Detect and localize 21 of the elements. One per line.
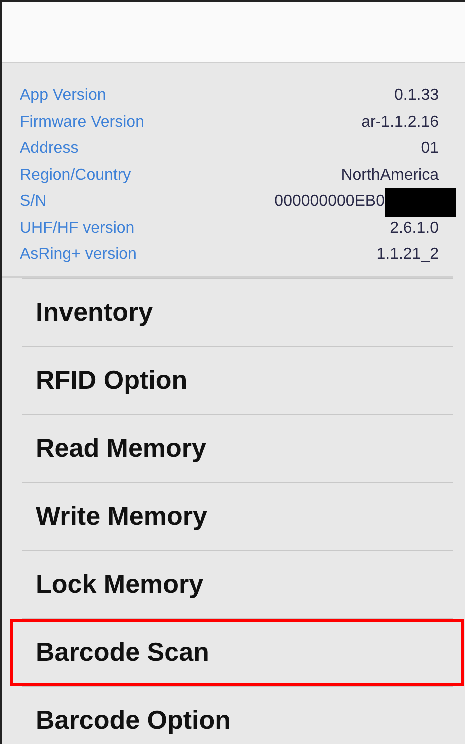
info-value: 2.6.1.0 [390, 220, 439, 238]
menu-item[interactable]: Inventory [22, 278, 453, 346]
info-value: 1.1.21_2 [376, 246, 439, 264]
info-value: NorthAmerica [341, 166, 439, 185]
info-label: AsRing+ version [20, 246, 137, 264]
menu-item[interactable]: RFID Option [22, 346, 453, 414]
menu-item[interactable]: Lock Memory [22, 550, 453, 618]
info-label: S/N [20, 193, 47, 212]
info-value: 0.1.33 [394, 87, 439, 106]
info-value: 000000000EB0 [274, 193, 385, 212]
info-value: ar-1.1.2.16 [362, 114, 439, 132]
info-label: Address [20, 140, 79, 158]
info-label: Firmware Version [20, 114, 144, 132]
menu-item[interactable]: Read Memory [22, 414, 453, 482]
info-label: App Version [20, 87, 106, 106]
info-label: UHF/HF version [20, 220, 135, 238]
menu-item[interactable]: Barcode Option [22, 686, 453, 744]
info-value: 01 [421, 140, 439, 158]
menu-item[interactable]: Write Memory [22, 482, 453, 550]
info-label: Region/Country [20, 166, 132, 185]
menu-item[interactable]: Barcode Scan [10, 618, 464, 686]
